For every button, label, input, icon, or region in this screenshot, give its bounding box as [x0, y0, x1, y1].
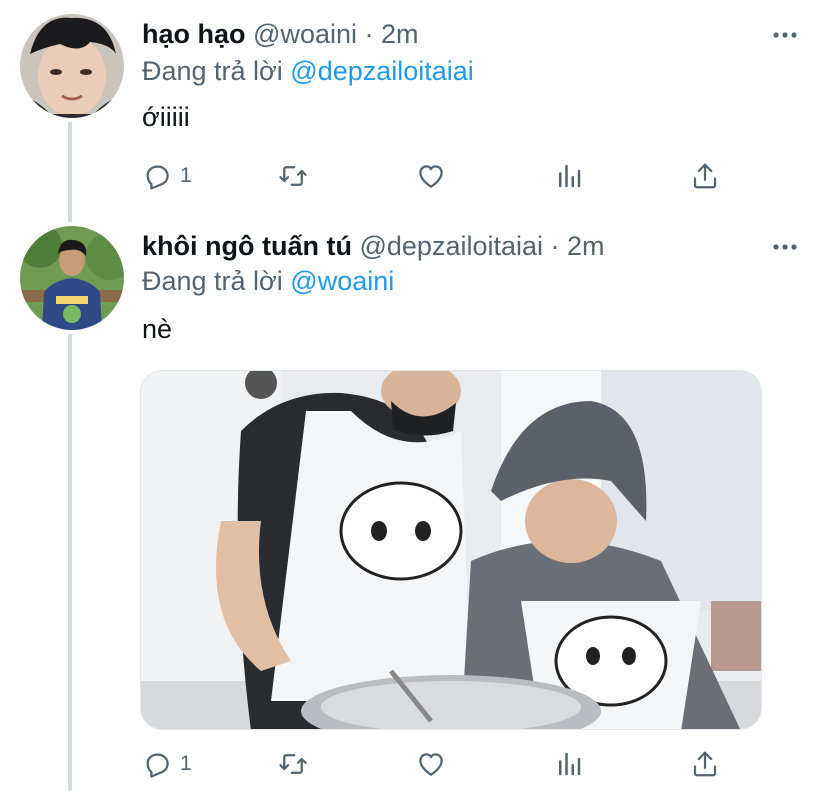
- action-bar: 1: [142, 744, 742, 784]
- views-icon: [559, 752, 581, 776]
- retweet-icon: [279, 754, 307, 774]
- avatar[interactable]: [20, 14, 124, 118]
- more-icon[interactable]: [772, 234, 798, 260]
- timestamp[interactable]: 2m: [567, 231, 605, 261]
- share-button[interactable]: [690, 744, 720, 784]
- tweet[interactable]: hạo hạo @woaini · 2m Đang trả lời @depza…: [0, 14, 828, 204]
- reply-icon: [146, 753, 169, 778]
- like-button[interactable]: [416, 156, 446, 196]
- tweet-text: ớiiiii: [142, 102, 190, 132]
- share-icon: [693, 751, 717, 777]
- retweet-button[interactable]: [278, 744, 308, 784]
- avatar[interactable]: [20, 226, 124, 330]
- views-button[interactable]: [554, 744, 584, 784]
- heart-icon: [419, 753, 443, 776]
- tweet-photo[interactable]: [140, 370, 762, 730]
- views-icon: [559, 164, 581, 188]
- views-button[interactable]: [554, 156, 584, 196]
- reply-count: 1: [180, 164, 192, 187]
- retweet-icon: [279, 166, 307, 186]
- tweet-header: hạo hạo @woaini · 2m: [142, 14, 419, 54]
- tweet[interactable]: khôi ngô tuấn tú @depzailoitaiai · 2m Đa…: [0, 226, 828, 791]
- like-button[interactable]: [416, 744, 446, 784]
- heart-icon: [419, 165, 443, 188]
- mention-link[interactable]: @woaini: [290, 266, 394, 296]
- mention-link[interactable]: @depzailoitaiai: [290, 56, 474, 86]
- separator: ·: [550, 231, 560, 261]
- handle[interactable]: @depzailoitaiai: [359, 231, 543, 261]
- replying-to: Đang trả lời @woaini: [142, 262, 394, 300]
- retweet-button[interactable]: [278, 156, 308, 196]
- timestamp[interactable]: 2m: [381, 19, 419, 49]
- reply-count: 1: [180, 752, 192, 775]
- tweet-header: khôi ngô tuấn tú @depzailoitaiai · 2m: [142, 226, 605, 266]
- tweet-text: nè: [142, 314, 173, 344]
- reply-icon: [146, 165, 169, 190]
- share-button[interactable]: [690, 156, 720, 196]
- replying-prefix: Đang trả lời: [142, 56, 283, 86]
- display-name[interactable]: khôi ngô tuấn tú: [142, 231, 352, 261]
- reply-button[interactable]: 1: [142, 156, 192, 196]
- action-bar: 1: [142, 156, 742, 196]
- display-name[interactable]: hạo hạo: [142, 19, 246, 49]
- share-icon: [693, 163, 717, 189]
- separator: ·: [364, 19, 374, 49]
- replying-prefix: Đang trả lời: [142, 266, 283, 296]
- reply-button[interactable]: 1: [142, 744, 192, 784]
- replying-to: Đang trả lời @depzailoitaiai: [142, 52, 474, 90]
- handle[interactable]: @woaini: [253, 19, 357, 49]
- more-icon[interactable]: [772, 22, 798, 48]
